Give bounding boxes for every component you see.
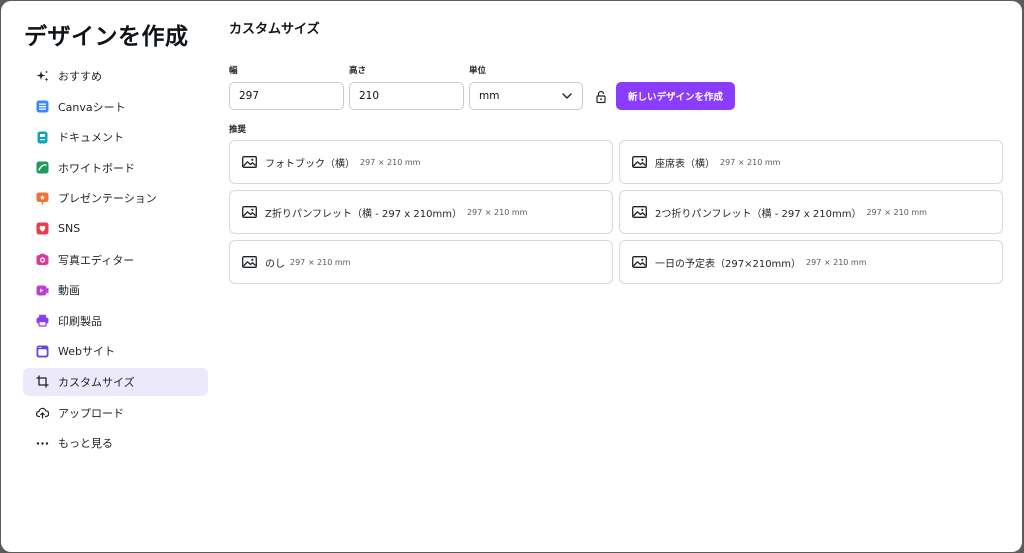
height-label: 高さ bbox=[349, 66, 367, 76]
chevron-down-icon bbox=[562, 90, 572, 102]
sidebar-item-label: おすすめ bbox=[58, 70, 102, 83]
recommendation-name: 座席表（横） bbox=[655, 158, 715, 170]
sheet-icon bbox=[36, 100, 49, 113]
printer-icon bbox=[36, 314, 49, 327]
image-icon bbox=[632, 256, 647, 268]
recommendation-size: 297 × 210 mm bbox=[720, 157, 781, 167]
heart-icon bbox=[36, 222, 49, 235]
unit-value: mm bbox=[479, 90, 500, 102]
recommendation-name: のし bbox=[265, 258, 285, 270]
image-icon bbox=[632, 156, 647, 168]
more-icon bbox=[36, 437, 49, 450]
sparkle-icon bbox=[36, 70, 49, 83]
lock-icon[interactable] bbox=[595, 89, 607, 104]
sidebar-item-photo-editor[interactable]: 写真エディター bbox=[23, 246, 208, 274]
image-icon bbox=[242, 206, 257, 218]
sidebar-item-sns[interactable]: SNS bbox=[23, 215, 208, 243]
sidebar-item-more[interactable]: もっと見る bbox=[23, 429, 208, 457]
recommendation-name: Z折りパンフレット（横 - 297 x 210mm） bbox=[265, 208, 462, 220]
recommendation-card[interactable]: 座席表（横） 297 × 210 mm bbox=[619, 140, 1003, 184]
whiteboard-icon bbox=[36, 161, 49, 174]
sidebar-item-label: ホワイトボード bbox=[58, 161, 135, 175]
width-field[interactable] bbox=[229, 82, 344, 110]
image-icon bbox=[242, 256, 257, 268]
recommendation-card[interactable]: 一日の予定表（297×210mm） 297 × 210 mm bbox=[619, 240, 1003, 284]
create-design-dialog: デザインを作成 おすすめ Canvaシート ドキュメント ホワイトボードプレゼンテーシ… bbox=[1, 1, 1022, 552]
sidebar: デザインを作成 おすすめ Canvaシート ドキュメント ホワイトボードプレゼンテーシ… bbox=[1, 1, 216, 552]
video-icon bbox=[36, 284, 49, 297]
sidebar-item-presentation[interactable]: プレゼンテーション bbox=[23, 184, 208, 212]
sidebar-item-label: SNS bbox=[58, 222, 81, 236]
sidebar-item-whiteboard[interactable]: ホワイトボード bbox=[23, 154, 208, 182]
height-field[interactable] bbox=[349, 82, 464, 110]
recommendation-name: フォトブック（横） bbox=[265, 158, 355, 170]
recommended-label: 推奨 bbox=[229, 125, 247, 135]
sidebar-item-label: アップロード bbox=[58, 406, 124, 420]
sidebar-item-website[interactable]: Webサイト bbox=[23, 337, 208, 365]
sidebar-item-label: 動画 bbox=[58, 284, 80, 298]
image-icon bbox=[632, 206, 647, 218]
recommendation-grid: フォトブック（横） 297 × 210 mm 座席表（横） 297 × 210 mm Z… bbox=[229, 140, 1003, 284]
unit-label: 単位 bbox=[469, 66, 487, 76]
sidebar-item-label: カスタムサイズ bbox=[58, 375, 135, 389]
sidebar-item-label: もっと見る bbox=[58, 437, 113, 451]
recommendation-card[interactable]: のし 297 × 210 mm bbox=[229, 240, 613, 284]
recommendation-size: 297 × 210 mm bbox=[866, 207, 927, 217]
sidebar-item-label: 写真エディター bbox=[58, 253, 135, 267]
sidebar-item-label: Webサイト bbox=[58, 345, 115, 359]
sidebar-item-upload[interactable]: アップロード bbox=[23, 399, 208, 427]
recommendation-size: 297 × 210 mm bbox=[290, 257, 351, 267]
sidebar-item-canva-sheets[interactable]: Canvaシート bbox=[23, 93, 208, 121]
section-title: カスタムサイズ bbox=[229, 22, 320, 37]
create-design-button[interactable]: 新しいデザインを作成 bbox=[616, 82, 735, 110]
recommendation-card[interactable]: Z折りパンフレット（横 - 297 x 210mm） 297 × 210 mm bbox=[229, 190, 613, 234]
sidebar-item-video[interactable]: 動画 bbox=[23, 276, 208, 304]
page-title: デザインを作成 bbox=[24, 24, 189, 50]
sidebar-item-label: 印刷製品 bbox=[58, 314, 102, 328]
crop-icon bbox=[36, 375, 49, 388]
sidebar-item-label: ドキュメント bbox=[58, 131, 124, 145]
website-icon bbox=[36, 345, 49, 358]
recommendation-card[interactable]: フォトブック（横） 297 × 210 mm bbox=[229, 140, 613, 184]
sidebar-item-print[interactable]: 印刷製品 bbox=[23, 307, 208, 335]
sidebar-item-label: プレゼンテーション bbox=[58, 192, 157, 206]
recommendation-name: 2つ折りパンフレット（横 - 297 x 210mm） bbox=[655, 208, 862, 220]
width-input[interactable] bbox=[239, 90, 343, 102]
recommendation-size: 297 × 210 mm bbox=[806, 257, 867, 267]
recommendation-size: 297 × 210 mm bbox=[466, 207, 528, 217]
sidebar-item-label: Canvaシート bbox=[58, 100, 126, 114]
unit-select[interactable]: mm bbox=[469, 82, 583, 110]
height-input[interactable] bbox=[359, 90, 463, 102]
custom-size-panel: カスタムサイズ 幅 高さ 単位 mm 新しいデザインを作成 推奨 フォトブック（… bbox=[229, 1, 1022, 552]
recommendation-name: 一日の予定表（297×210mm） bbox=[655, 258, 802, 270]
sidebar-nav: おすすめ Canvaシート ドキュメント ホワイトボードプレゼンテーション SNS 写真エ… bbox=[23, 62, 208, 460]
sidebar-item-docs[interactable]: ドキュメント bbox=[23, 123, 208, 151]
recommendation-card[interactable]: 2つ折りパンフレット（横 - 297 x 210mm） 297 × 210 mm bbox=[619, 190, 1003, 234]
width-label: 幅 bbox=[229, 66, 238, 76]
presentation-icon bbox=[36, 192, 49, 205]
sidebar-item-recommended[interactable]: おすすめ bbox=[23, 62, 208, 90]
sidebar-item-custom-size[interactable]: カスタムサイズ bbox=[23, 367, 208, 396]
doc-icon bbox=[36, 131, 49, 144]
cloud-upload-icon bbox=[36, 406, 49, 419]
recommendation-size: 297 × 210 mm bbox=[360, 157, 421, 167]
camera-icon bbox=[36, 253, 49, 266]
image-icon bbox=[242, 156, 257, 168]
